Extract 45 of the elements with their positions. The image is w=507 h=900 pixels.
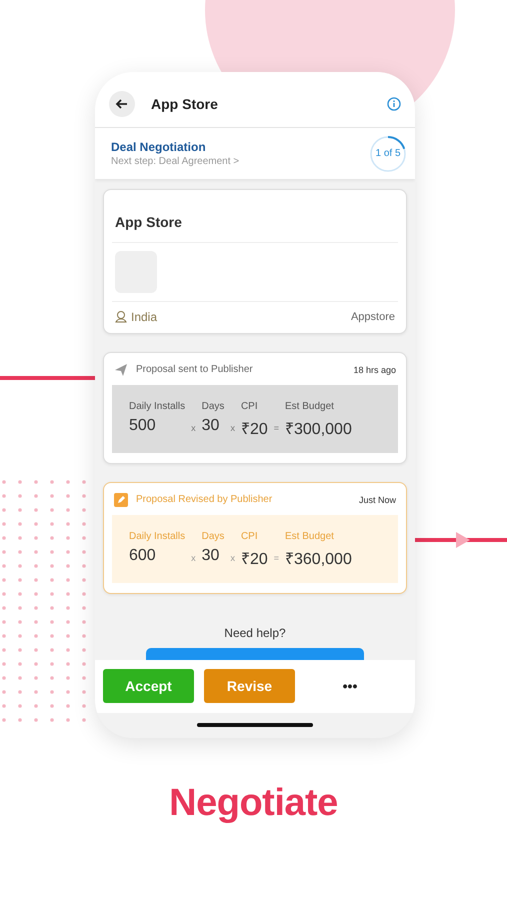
operator-sign: = <box>272 552 280 563</box>
stat-value: ₹360,000 <box>285 550 352 569</box>
location-icon <box>115 310 127 324</box>
revise-button[interactable]: Revise <box>204 669 295 704</box>
proposal-time: Just Now <box>358 494 396 505</box>
pencil-icon <box>114 492 128 507</box>
back-arrow-icon <box>115 96 129 111</box>
next-step-link[interactable]: Next step: Deal Agreement > <box>111 156 369 168</box>
back-button[interactable] <box>109 90 135 117</box>
stat-label: Daily Installs <box>129 400 186 412</box>
headline: Negotiate <box>169 782 338 825</box>
stat-label: Days <box>202 530 224 542</box>
stat-value: ₹20 <box>240 550 268 569</box>
proposal-title: Proposal Revised by Publisher <box>136 494 274 506</box>
proposal-time: 18 hrs ago <box>353 364 396 375</box>
accept-button[interactable]: Accept <box>103 669 194 704</box>
stat-value: ₹20 <box>240 420 268 439</box>
stat-label: CPI <box>240 400 259 412</box>
screen-title: App Store <box>151 96 219 112</box>
stat-label: Days <box>202 400 224 412</box>
more-button[interactable]: ••• <box>305 669 395 704</box>
info-icon[interactable] <box>387 96 401 111</box>
step-title: Deal Negotiation <box>111 140 207 154</box>
help-text: Need help? <box>224 626 286 640</box>
help-button[interactable] <box>146 648 364 660</box>
location-text: India <box>131 310 158 324</box>
stat-label: CPI <box>240 530 259 542</box>
proposal-title: Proposal sent to Publisher <box>136 364 254 376</box>
paper-plane-icon <box>114 362 128 377</box>
stat-value: 500 <box>129 416 157 435</box>
operator-sign: x <box>190 552 197 563</box>
stat-value: 30 <box>202 546 220 565</box>
progress-ring: 1 of 5 <box>369 134 407 173</box>
operator-sign: = <box>272 422 280 433</box>
stat-value: ₹300,000 <box>285 420 352 439</box>
operator-sign: x <box>190 422 197 433</box>
stat-value: 600 <box>129 546 157 565</box>
stat-label: Est Budget <box>285 400 335 412</box>
stat-label: Est Budget <box>285 530 335 542</box>
store-text: Appstore <box>350 310 395 323</box>
operator-sign: x <box>229 422 236 433</box>
stat-label: Daily Installs <box>129 530 186 542</box>
operator-sign: x <box>229 552 236 563</box>
app-title: App Store <box>112 190 398 243</box>
stat-value: 30 <box>202 416 220 435</box>
